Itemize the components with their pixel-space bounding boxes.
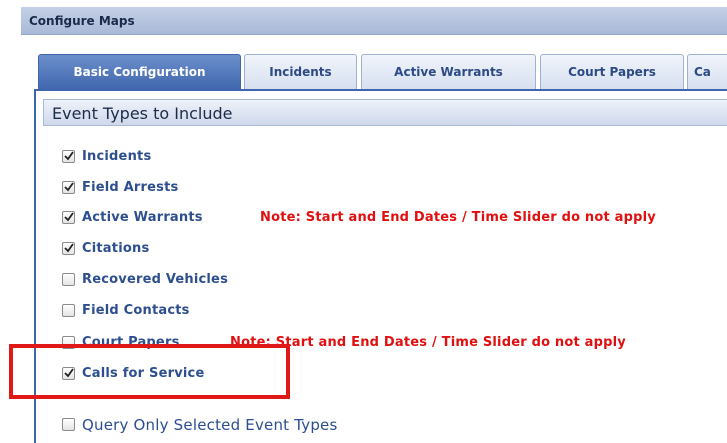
recovered-vehicles-checkbox[interactable] bbox=[62, 273, 75, 286]
query-only-selected-checkbox[interactable] bbox=[62, 418, 75, 431]
option-label: Citations bbox=[82, 241, 150, 256]
window-title-bar: Configure Maps bbox=[21, 7, 727, 35]
tab-court-papers[interactable]: Court Papers bbox=[540, 54, 684, 89]
tab-label: Active Warrants bbox=[394, 65, 503, 79]
tab-calls-for-service[interactable]: Ca bbox=[687, 54, 727, 89]
tab-bar: Basic Configuration Incidents Active War… bbox=[21, 35, 727, 90]
tab-label: Basic Configuration bbox=[73, 65, 206, 79]
tab-basic-configuration[interactable]: Basic Configuration bbox=[38, 54, 241, 90]
basic-configuration-panel: Event Types to Include Incidents Field A… bbox=[34, 89, 727, 443]
option-label: Field Contacts bbox=[82, 303, 190, 318]
section-header: Event Types to Include bbox=[43, 99, 727, 126]
tab-label: Court Papers bbox=[568, 65, 656, 79]
checkmark-icon bbox=[64, 212, 74, 222]
field-contacts-checkbox[interactable] bbox=[62, 304, 75, 317]
option-label: Field Arrests bbox=[82, 180, 179, 195]
checkmark-icon bbox=[64, 151, 74, 161]
checkmark-icon bbox=[64, 368, 74, 378]
option-label: Active Warrants bbox=[82, 210, 203, 225]
tab-label: Incidents bbox=[269, 65, 332, 79]
tab-incidents[interactable]: Incidents bbox=[244, 54, 357, 89]
tab-active-warrants[interactable]: Active Warrants bbox=[361, 54, 536, 89]
option-label: Recovered Vehicles bbox=[82, 272, 229, 287]
court-papers-checkbox[interactable] bbox=[62, 336, 75, 349]
tab-label: Ca bbox=[694, 65, 711, 79]
configure-maps-page: Configure Maps Basic Configuration Incid… bbox=[0, 0, 727, 443]
checkmark-icon bbox=[64, 182, 74, 192]
window-title: Configure Maps bbox=[29, 14, 135, 28]
option-label: Calls for Service bbox=[82, 366, 205, 381]
option-note: Note: Start and End Dates / Time Slider … bbox=[260, 210, 656, 225]
option-note: Note: Start and End Dates / Time Slider … bbox=[230, 335, 626, 350]
option-label: Court Papers bbox=[82, 335, 180, 350]
checkmark-icon bbox=[64, 243, 74, 253]
calls-for-service-checkbox[interactable] bbox=[62, 367, 75, 380]
citations-checkbox[interactable] bbox=[62, 242, 75, 255]
option-label: Incidents bbox=[82, 149, 152, 164]
section-title: Event Types to Include bbox=[52, 104, 233, 123]
active-warrants-checkbox[interactable] bbox=[62, 211, 75, 224]
incidents-checkbox[interactable] bbox=[62, 150, 75, 163]
field-arrests-checkbox[interactable] bbox=[62, 181, 75, 194]
option-label: Query Only Selected Event Types bbox=[82, 416, 338, 434]
